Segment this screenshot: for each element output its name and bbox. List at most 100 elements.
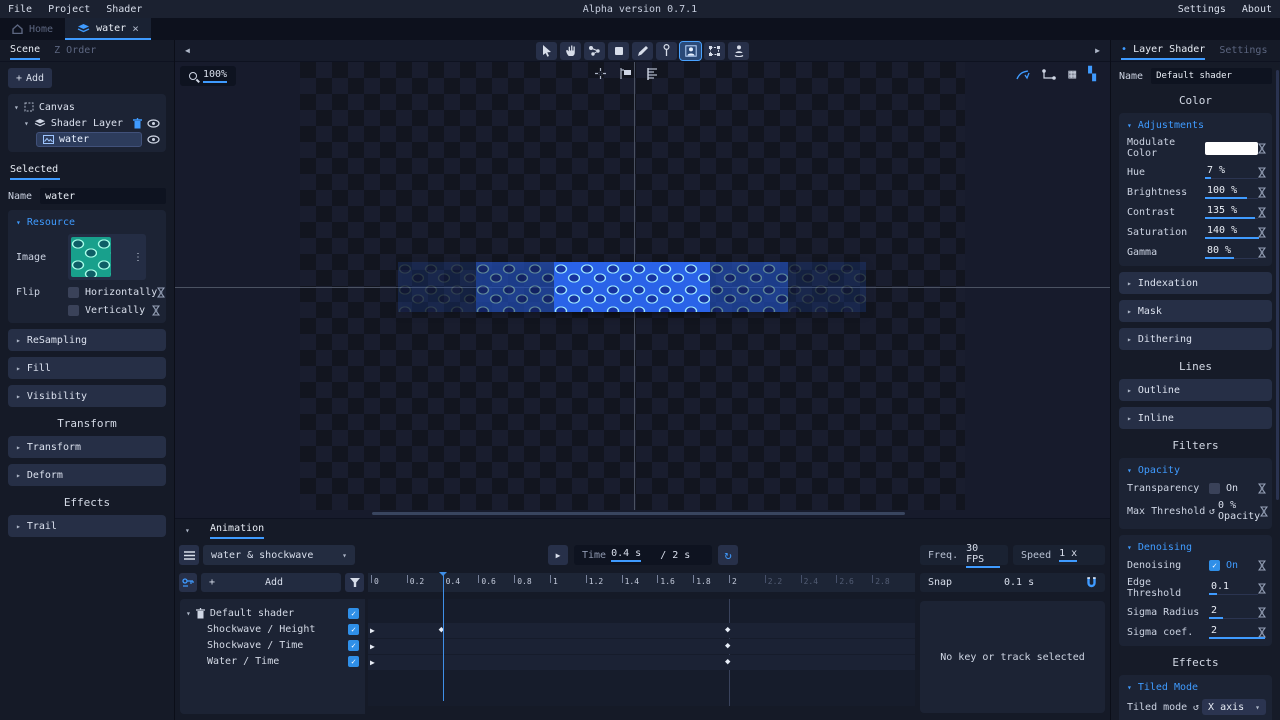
pointer-tool-button[interactable] <box>536 42 557 60</box>
tab-z-order[interactable]: Z Order <box>54 42 96 59</box>
track-start-arrow-icon[interactable]: ▶ <box>370 626 375 635</box>
canvas-horizontal-scrollbar[interactable] <box>372 512 905 515</box>
animate-key-icon[interactable] <box>1258 143 1266 154</box>
delete-track-icon[interactable] <box>196 608 205 619</box>
max-threshold-value[interactable]: 0 % Opacity <box>1218 500 1260 522</box>
keyframe-diamond[interactable]: ◆ <box>725 626 730 635</box>
track-list-item[interactable]: Shockwave / Height✓ <box>180 621 365 637</box>
section-inline[interactable]: ▸ Inline <box>1119 407 1272 429</box>
animate-key-icon[interactable] <box>1258 607 1266 618</box>
tab-settings[interactable]: Settings <box>1219 42 1267 59</box>
animate-key-icon[interactable] <box>1258 627 1266 638</box>
shader-name-input[interactable]: Default shader <box>1151 68 1272 84</box>
time-current-value[interactable]: 0.4 s <box>611 548 641 562</box>
sigma-coef-input[interactable]: 2 <box>1209 625 1258 639</box>
section-dithering[interactable]: ▸ Dithering <box>1119 328 1272 350</box>
opacity-section-header[interactable]: ▾ Opacity <box>1119 462 1272 479</box>
image-resource-picker[interactable]: ⋮ <box>68 234 146 280</box>
timeline-ruler[interactable]: 00.20.40.60.811.21.41.61.822.22.42.62.8 <box>368 573 915 592</box>
tab-home[interactable]: Home <box>0 18 65 40</box>
menu-project[interactable]: Project <box>48 4 90 15</box>
zoom-control[interactable]: 100% <box>180 66 236 86</box>
freq-value[interactable]: 30 FPS <box>966 543 1000 568</box>
section-deform[interactable]: ▸ Deform <box>8 464 166 486</box>
tab-water[interactable]: water × <box>65 18 151 40</box>
reset-icon[interactable]: ↺ <box>1209 506 1215 517</box>
brush-tool-button[interactable] <box>632 42 653 60</box>
play-button[interactable]: ▶ <box>548 545 568 565</box>
brightness-input[interactable]: 100 % <box>1205 185 1258 199</box>
playhead[interactable] <box>443 573 444 701</box>
hue-input[interactable]: 7 % <box>1205 165 1258 179</box>
track-enabled-checkbox[interactable]: ✓ <box>348 656 359 667</box>
animate-key-icon[interactable] <box>157 287 165 298</box>
timeline-track-row[interactable]: ▶◆ <box>368 655 915 670</box>
center-origin-icon[interactable] <box>595 68 606 79</box>
animate-key-icon[interactable] <box>1258 247 1266 258</box>
right-panel-scrollbar[interactable] <box>1276 70 1279 500</box>
magnet-icon[interactable] <box>1086 577 1097 589</box>
tree-item-canvas[interactable]: ▾ Canvas <box>12 99 162 115</box>
tiled-mode-section-header[interactable]: ▾ Tiled Mode <box>1119 679 1272 696</box>
caret-down-icon[interactable]: ▾ <box>14 103 19 112</box>
menu-file[interactable]: File <box>8 4 32 15</box>
section-resampling[interactable]: ▸ ReSampling <box>8 329 166 351</box>
water-tile[interactable] <box>398 262 476 312</box>
edge-threshold-input[interactable]: 0.1 <box>1209 581 1258 595</box>
pen-curve-icon[interactable] <box>1016 69 1030 81</box>
water-layer-tiles[interactable] <box>398 262 866 312</box>
grid-toggle-icon[interactable]: ▦ <box>1068 67 1076 82</box>
rect-select-tool-button[interactable] <box>608 42 629 60</box>
pin-tool-button[interactable] <box>656 42 677 60</box>
flip-vertical-checkbox[interactable] <box>68 305 79 316</box>
animate-key-icon[interactable] <box>1258 187 1266 198</box>
snap-value[interactable]: 0.1 s <box>1004 577 1034 588</box>
visibility-eye-icon[interactable] <box>147 135 160 144</box>
animation-menu-button[interactable] <box>179 545 199 565</box>
tree-item-water-selected[interactable]: water <box>36 132 142 147</box>
filter-tracks-button[interactable] <box>345 573 364 592</box>
speed-value[interactable]: 1 x <box>1059 548 1077 562</box>
checker-background-toggle-icon[interactable]: ▚ <box>1088 67 1096 82</box>
animation-clip-select[interactable]: water & shockwave ▾ <box>203 545 355 565</box>
collapse-right-panel-icon[interactable]: ▶ <box>1095 46 1100 55</box>
section-visibility[interactable]: ▸ Visibility <box>8 385 166 407</box>
animate-key-icon[interactable] <box>1258 167 1266 178</box>
add-layer-button[interactable]: + Add <box>8 68 52 88</box>
section-outline[interactable]: ▸ Outline <box>1119 379 1272 401</box>
add-track-button[interactable]: + Add <box>201 573 341 592</box>
section-fill[interactable]: ▸ Fill <box>8 357 166 379</box>
align-lines-icon[interactable] <box>646 68 658 80</box>
image-options-icon[interactable]: ⋮ <box>133 252 143 263</box>
auto-key-button[interactable] <box>179 573 197 592</box>
animate-key-icon[interactable] <box>152 305 160 316</box>
track-list-item[interactable]: ▾Default shader✓ <box>180 605 365 621</box>
layer-name-input[interactable]: water <box>40 188 166 204</box>
flip-horizontal-checkbox[interactable] <box>68 287 79 298</box>
resource-section-header[interactable]: ▾ Resource <box>8 214 166 231</box>
animate-key-icon[interactable] <box>1258 207 1266 218</box>
tab-layer-shader[interactable]: • Layer Shader <box>1121 41 1205 60</box>
loop-toggle-button[interactable]: ↻ <box>718 545 738 565</box>
menu-shader[interactable]: Shader <box>106 4 142 15</box>
anchor-flag-icon[interactable] <box>620 68 632 79</box>
water-tile[interactable] <box>632 262 710 312</box>
denoising-section-header[interactable]: ▾ Denoising <box>1119 539 1272 556</box>
collapse-left-panel-icon[interactable]: ◀ <box>185 46 190 55</box>
saturation-input[interactable]: 140 % <box>1205 225 1258 239</box>
water-tile[interactable] <box>554 262 632 312</box>
sigma-radius-input[interactable]: 2 <box>1209 605 1258 619</box>
water-tile[interactable] <box>710 262 788 312</box>
tiled-mode-select[interactable]: X axis ▾ <box>1202 699 1266 715</box>
section-mask[interactable]: ▸ Mask <box>1119 300 1272 322</box>
reset-icon[interactable]: ↺ <box>1193 702 1199 713</box>
canvas-viewport[interactable]: 100% ▦ ▚ <box>175 62 1110 518</box>
timeline-rows[interactable]: ▶◆◆▶◆▶◆ <box>368 599 915 706</box>
animation-tab[interactable]: Animation <box>210 523 264 539</box>
animate-key-icon[interactable] <box>1258 483 1266 494</box>
path-points-icon[interactable] <box>1042 69 1056 81</box>
section-indexation[interactable]: ▸ Indexation <box>1119 272 1272 294</box>
caret-down-icon[interactable]: ▾ <box>24 119 29 128</box>
animate-key-icon[interactable] <box>1258 227 1266 238</box>
track-start-arrow-icon[interactable]: ▶ <box>370 642 375 651</box>
